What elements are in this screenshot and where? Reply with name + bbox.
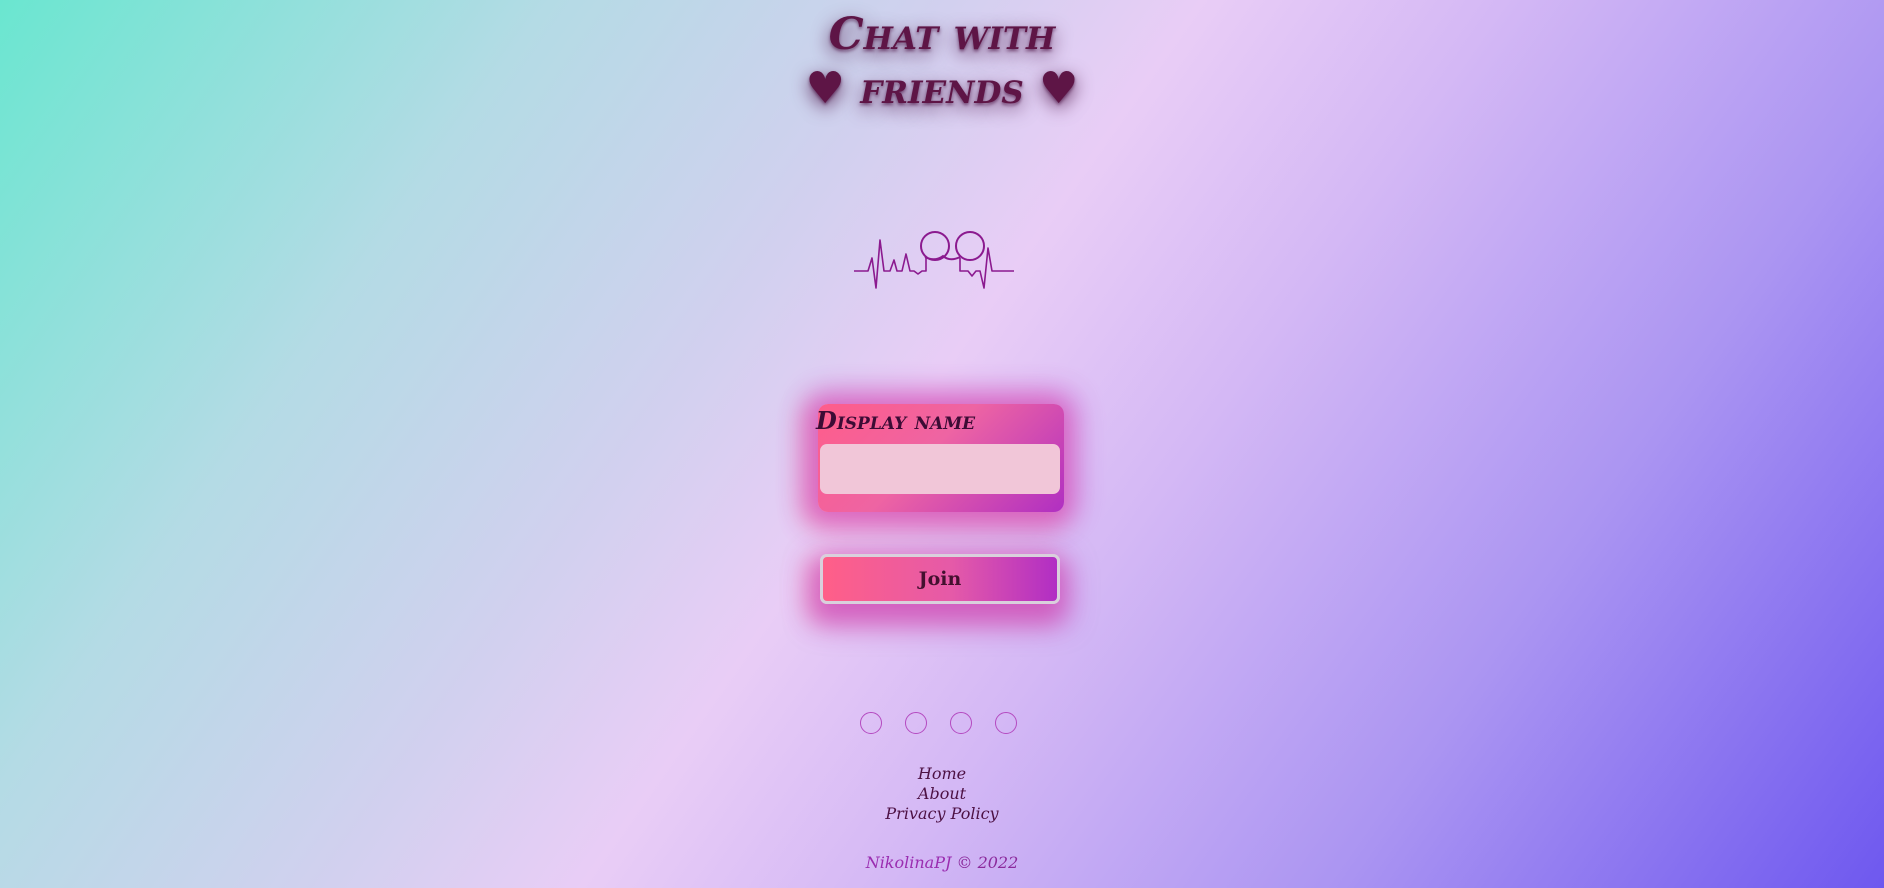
title-line-2: ♥ friends ♥ [805,63,1079,114]
social-icon-4[interactable] [995,712,1017,734]
display-name-input[interactable] [820,444,1060,494]
display-name-label: Display name [816,406,976,435]
page-title: Chat with ♥ friends ♥ [0,8,1884,116]
footer-link-privacy-policy[interactable]: Privacy Policy [0,804,1884,824]
social-icons [860,712,1022,736]
title-line-1: Chat with [828,9,1056,60]
footer-link-about[interactable]: About [0,784,1884,804]
footer-link-home[interactable]: Home [0,764,1884,784]
copyright-author: NikolinaPJ [865,853,952,872]
social-icon-1[interactable] [860,712,882,734]
copyright: NikolinaPJ © 2022 [0,853,1884,873]
social-icon-3[interactable] [950,712,972,734]
heartbeat-mouse-ears-icon [854,231,1014,289]
footer-nav: Home About Privacy Policy [0,764,1884,824]
join-button[interactable]: Join [820,554,1060,604]
copyright-year: © 2022 [956,853,1019,872]
social-icon-2[interactable] [905,712,927,734]
